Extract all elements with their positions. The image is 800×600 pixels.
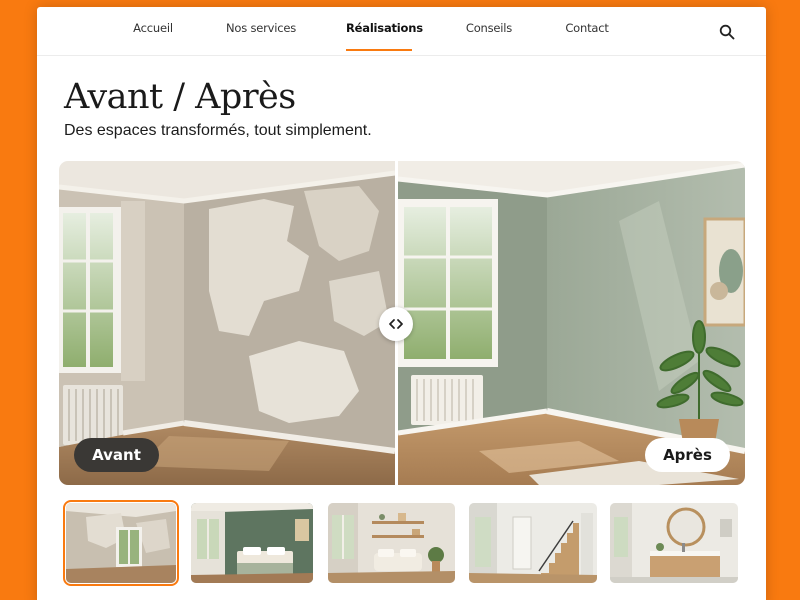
thumbnail-bedroom[interactable] (191, 503, 313, 583)
before-after-slider[interactable]: Avant Après (59, 161, 745, 485)
nav-item-realisations[interactable]: Réalisations (346, 21, 423, 51)
thumbnail-staircase[interactable] (469, 503, 597, 583)
page-subtitle: Des espaces transformés, tout simplement… (64, 122, 372, 139)
after-image (397, 161, 745, 485)
bathroom-thumbnail (610, 503, 738, 583)
nav-item-accueil[interactable]: Accueil (125, 21, 181, 51)
top-navigation: Accueil Nos services Réalisations Consei… (37, 7, 766, 56)
living-room-thumbnail (328, 503, 455, 583)
thumbnail-living-room[interactable] (328, 503, 455, 583)
after-badge: Après (645, 438, 730, 472)
page-title: Avant / Après (64, 77, 296, 117)
slider-handle[interactable] (379, 307, 413, 341)
nav-item-nos-services[interactable]: Nos services (220, 21, 302, 51)
search-icon[interactable] (719, 24, 735, 40)
nav-item-conseils[interactable]: Conseils (461, 21, 517, 51)
bedroom-thumbnail (191, 503, 313, 583)
before-badge: Avant (74, 438, 159, 472)
thumbnail-bathroom[interactable] (610, 503, 738, 583)
before-image (59, 161, 396, 485)
before-room-thumbnail (66, 503, 176, 583)
staircase-thumbnail (469, 503, 597, 583)
thumbnail-before-room[interactable] (63, 500, 179, 586)
page-card: Accueil Nos services Réalisations Consei… (37, 7, 766, 600)
nav-item-contact[interactable]: Contact (561, 21, 613, 51)
chevrons-left-right-icon (389, 319, 403, 329)
